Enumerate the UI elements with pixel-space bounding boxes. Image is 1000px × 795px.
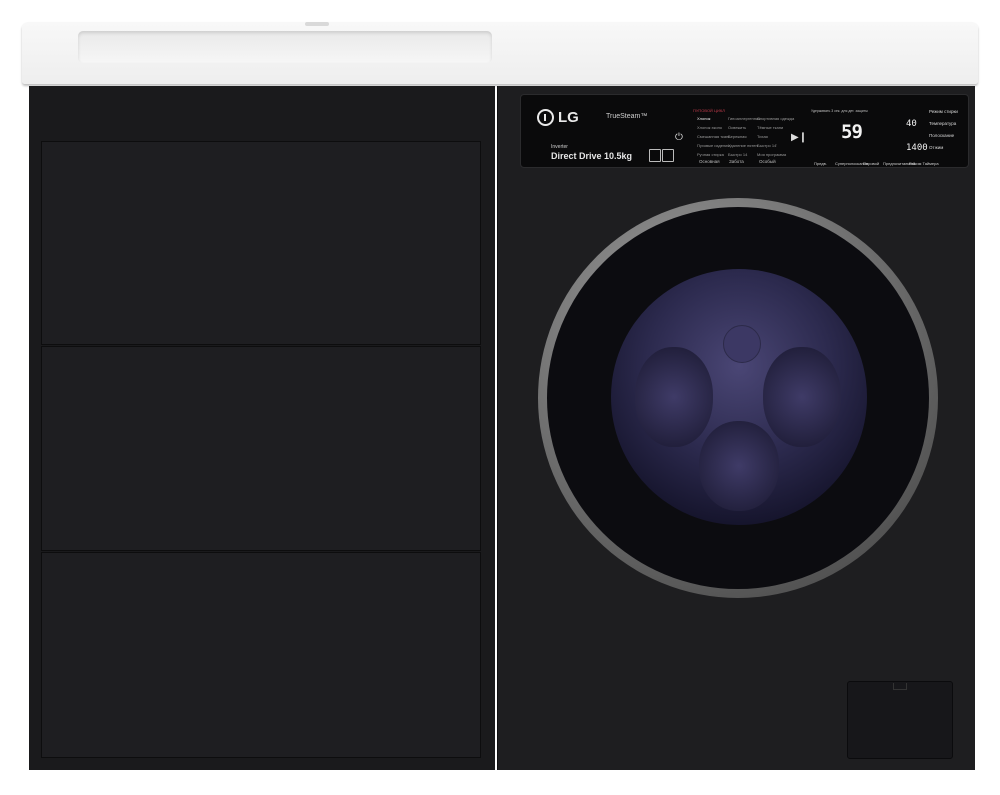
- program-column-1: Хлопок Хлопок эконо Смешанная ткань Пухо…: [697, 114, 730, 159]
- program-item[interactable]: Пуховые изделия: [697, 141, 730, 150]
- filter-latch[interactable]: [893, 683, 907, 690]
- program-item[interactable]: Спортивная одежда: [757, 114, 794, 123]
- cabinet: [29, 86, 495, 770]
- program-item[interactable]: Смешанная ткань: [697, 132, 730, 141]
- program-item[interactable]: Хлопок эконо: [697, 123, 730, 132]
- option-rinse-button[interactable]: Полоскание: [929, 133, 954, 138]
- program-item[interactable]: Моя программа: [757, 150, 794, 159]
- steam-badge-icon: [649, 149, 661, 162]
- drum-paddle-bottom: [699, 421, 779, 511]
- sink-basin: [78, 31, 492, 63]
- program-item[interactable]: Ручная стирка: [697, 150, 730, 159]
- option-spin-button[interactable]: Отжим: [929, 145, 943, 150]
- capacity-label: Direct Drive 10.5kg: [551, 151, 633, 161]
- program-column-2: Гипоаллергенная Освежить Бережная Удален…: [728, 114, 760, 159]
- inverter-label: Inverter: [551, 144, 568, 150]
- washing-machine: LG TrueSteam™ Inverter Direct Drive 10.5…: [497, 86, 975, 770]
- display-temperature: 40: [906, 119, 917, 129]
- program-item[interactable]: Освежить: [728, 123, 760, 132]
- truesteam-label: TrueSteam™: [606, 113, 648, 120]
- countertop: [22, 22, 978, 84]
- drum-hub: [723, 325, 761, 363]
- lg-logo-icon: [537, 109, 554, 126]
- option-wash-mode-button[interactable]: Режим стирки: [929, 109, 958, 114]
- display-spin: 1400: [906, 143, 928, 153]
- drawer-bottom[interactable]: [41, 552, 481, 758]
- power-button-icon[interactable]: ⏻: [675, 132, 683, 143]
- allergy-badge-icon: [662, 149, 674, 162]
- door-frame: [547, 207, 929, 589]
- drawer-middle[interactable]: [41, 346, 481, 551]
- program-item[interactable]: Гипоаллергенная: [728, 114, 760, 123]
- timer-button[interactable]: Режим Таймера: [909, 161, 939, 166]
- steam-button[interactable]: Паровой: [863, 161, 879, 166]
- category-special: Особый: [759, 159, 776, 164]
- filter-cover[interactable]: [847, 681, 953, 759]
- program-item[interactable]: Быстро 14': [757, 141, 794, 150]
- program-item[interactable]: Удаление пятен: [728, 141, 760, 150]
- control-panel: LG TrueSteam™ Inverter Direct Drive 10.5…: [520, 94, 969, 168]
- lg-logo: LG: [537, 109, 579, 126]
- option-temperature-button[interactable]: Температура: [929, 121, 956, 126]
- program-column-3: Спортивная одежда Тёмные ткани Тихая Быс…: [757, 114, 794, 159]
- program-item[interactable]: Бережная: [728, 132, 760, 141]
- display-note: Удерживать 3 сек. для дет. защиты: [811, 109, 868, 113]
- drum-paddle-right: [763, 347, 841, 447]
- drum-paddle-left: [635, 347, 713, 447]
- drawer-top[interactable]: [41, 141, 481, 345]
- category-care: Забота: [729, 159, 744, 164]
- display-time: 59: [841, 121, 863, 143]
- program-item[interactable]: Тихая: [757, 132, 794, 141]
- door-glass: [611, 269, 867, 525]
- door[interactable]: [538, 198, 938, 598]
- faucet-hole: [305, 22, 329, 26]
- prewash-button[interactable]: Предв.: [814, 161, 827, 166]
- program-item[interactable]: Хлопок: [697, 114, 730, 123]
- program-item[interactable]: Тёмные ткани: [757, 123, 794, 132]
- category-basic: Основная: [699, 159, 720, 164]
- program-heading: ПУПОВОЙ ЦИКЛ: [693, 108, 725, 113]
- program-item[interactable]: Быстро 14: [728, 150, 760, 159]
